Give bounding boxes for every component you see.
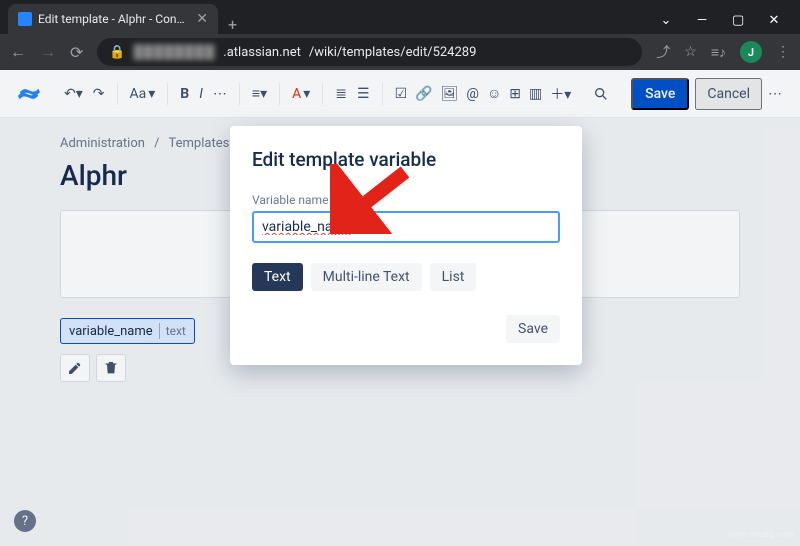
url-input[interactable]: 🔒 ████████ .atlassian.net/wiki/templates… <box>97 38 642 66</box>
confluence-favicon <box>18 12 32 26</box>
back-icon[interactable]: ← <box>10 42 26 62</box>
chevron-down-icon[interactable]: ⌄ <box>660 13 672 28</box>
confluence-app: ↶▾ ↷ Aa▾ B I ⋯ ≡▾ A▾ ≣ ☰ ☑ 🔗 🖼 @ ☺ ⊞ ▥ ＋… <box>0 70 800 546</box>
variable-name-input[interactable] <box>252 211 560 243</box>
share-icon[interactable]: ⤴ <box>656 42 670 62</box>
modal-save-button[interactable]: Save <box>506 315 560 343</box>
profile-avatar[interactable]: J <box>740 41 762 63</box>
minimize-icon[interactable]: — <box>696 13 708 28</box>
window-controls: ⌄ — ▢ ✕ <box>660 13 792 34</box>
tab-list[interactable]: List <box>430 263 477 291</box>
playlist-icon[interactable]: ≡♪ <box>711 44 726 61</box>
close-window-icon[interactable]: ✕ <box>768 13 780 28</box>
forward-icon: → <box>40 42 56 62</box>
tab-multiline[interactable]: Multi-line Text <box>311 263 422 291</box>
close-tab-icon[interactable]: ✕ <box>196 11 208 27</box>
browser-address-bar: ← → ⟳ 🔒 ████████ .atlassian.net/wiki/tem… <box>0 34 800 70</box>
watermark: www.deuaq.com <box>727 530 794 540</box>
tab-text[interactable]: Text <box>252 263 303 291</box>
url-path: /wiki/templates/edit/524289 <box>309 45 477 60</box>
lock-icon: 🔒 <box>109 45 125 60</box>
variable-type-tabs: Text Multi-line Text List <box>252 263 560 291</box>
edit-variable-modal: Edit template variable Variable name Tex… <box>230 126 582 365</box>
variable-name-label: Variable name <box>252 193 560 207</box>
browser-tab[interactable]: Edit template - Alphr - Confluenc ✕ <box>8 4 218 34</box>
new-tab-button[interactable]: + <box>218 15 247 34</box>
maximize-icon[interactable]: ▢ <box>732 13 744 28</box>
url-host-blurred: ████████ <box>134 44 216 60</box>
star-icon[interactable]: ☆ <box>684 44 697 60</box>
reload-icon[interactable]: ⟳ <box>70 43 83 62</box>
modal-title: Edit template variable <box>252 148 560 171</box>
browser-titlebar: Edit template - Alphr - Confluenc ✕ + ⌄ … <box>0 0 800 34</box>
kebab-menu-icon[interactable]: ⋮ <box>776 44 790 60</box>
tab-title: Edit template - Alphr - Confluenc <box>38 12 190 26</box>
url-host: .atlassian.net <box>223 45 301 60</box>
